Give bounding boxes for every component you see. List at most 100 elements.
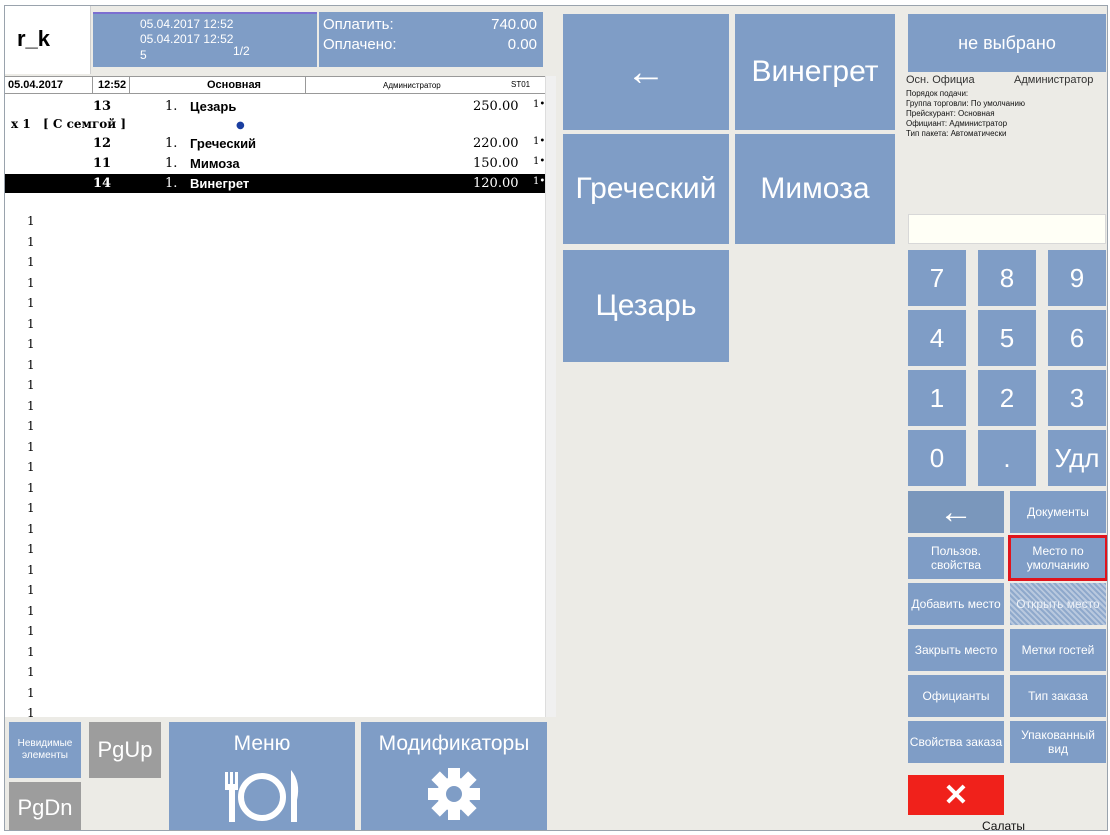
payment-summary: Оплатить: 740.00 Оплачено: 0.00 [319,12,543,67]
tile-grecheskiy[interactable]: Греческий [563,134,729,244]
modifier-dot-icon: ● [236,120,245,131]
prop-line: Группа торговли: По умолчанию [906,99,1025,108]
close-place-button[interactable]: Закрыть место [908,629,1004,671]
order-num: 11 [93,156,112,171]
seat-number: 1 [27,234,35,249]
order-price: 250.00 [473,99,519,114]
props-top-b: Администратор [1014,74,1094,86]
seat-number: 1 [27,378,35,392]
order-name: Мимоза [190,156,240,171]
to-pay-value: 740.00 [491,16,537,33]
order-scrollbar[interactable] [545,76,556,717]
prop-line: Прейскурант: Основная [906,109,995,118]
key-dot[interactable]: . [978,430,1036,486]
modifier-name: [ С семгой ] [43,117,127,131]
order-mark: 1• [533,156,546,167]
seat-number: 1 [27,357,35,372]
pgup-button[interactable]: PgUp [89,722,161,778]
close-icon: ✕ [943,778,969,812]
seat-number: 1 [27,480,35,495]
key-2[interactable]: 2 [978,370,1036,426]
key-7[interactable]: 7 [908,250,966,306]
key-5[interactable]: 5 [978,310,1036,366]
key-1[interactable]: 1 [908,370,966,426]
order-info-panel[interactable]: 05.04.2017 12:52 05.04.2017 12:52 5 1/2 [93,12,317,67]
add-place-button[interactable]: Добавить место [908,583,1004,625]
tile-vinegret[interactable]: Винегрет [735,14,895,130]
order-price: 120.00 [473,176,519,191]
order-name: Греческий [190,136,257,151]
logo: r_k [17,26,51,51]
header-waiter: Администратор [383,81,441,90]
order-list: 13 1. Цезарь 250.00 1• x 1 [ С семгой ] … [5,94,546,741]
seat-number: 1 [27,398,35,413]
back-tile[interactable]: ← [563,14,729,130]
seat-number: 1 [27,419,35,433]
order-pane: r_k 05.04.2017 12:52 05.04.2017 12:52 5 … [5,6,556,830]
divider [92,77,93,93]
invisible-elements-button[interactable]: Невидимые элементы [9,722,81,778]
order-row[interactable]: 12 1. Греческий 220.00 1• [5,134,545,153]
order-price: 150.00 [473,156,519,171]
divider [305,77,306,93]
header-date: 05.04.2017 [8,79,64,91]
tile-tsezar[interactable]: Цезарь [563,250,729,362]
back-button[interactable]: ← [908,491,1004,533]
seat-number: 1 [27,460,35,474]
cancel-button[interactable]: ✕ [908,775,1004,815]
order-qty: 1. [165,156,178,171]
gear-icon [428,768,480,820]
header-station: ST01 [511,80,531,89]
key-4[interactable]: 4 [908,310,966,366]
plate-cutlery-icon [225,770,299,822]
key-6[interactable]: 6 [1048,310,1106,366]
seat-number: 1 [27,214,35,228]
waiters-button[interactable]: Официанты [908,675,1004,717]
open-datetime: 05.04.2017 12:52 [140,17,234,31]
order-mark: 1• [533,136,546,147]
seat-number: 1 [27,501,35,515]
guest-marks-button[interactable]: Метки гостей [1010,629,1106,671]
key-delete[interactable]: Удл [1048,430,1106,486]
logo-area: r_k [5,6,91,74]
order-name: Винегрет [190,176,250,191]
not-selected-button[interactable]: не выбрано [908,14,1106,72]
menu-label: Меню [233,732,291,755]
seat-number: 1 [27,665,35,679]
key-9[interactable]: 9 [1048,250,1106,306]
to-pay-label: Оплатить: [323,16,394,33]
key-0[interactable]: 0 [908,430,966,486]
documents-button[interactable]: Документы [1010,491,1106,533]
modifier-qty: x 1 [11,117,31,131]
pgdn-button[interactable]: PgDn [9,782,81,830]
user-properties-button[interactable]: Пользов. свойства [908,537,1004,579]
seat-number: 1 [27,316,35,331]
order-row-selected[interactable]: 14 1. Винегрет 120.00 1• [5,174,545,193]
order-row[interactable]: 11 1. Мимоза 150.00 1• [5,154,545,173]
menu-button[interactable]: Меню [169,722,355,830]
key-8[interactable]: 8 [978,250,1036,306]
tile-mimoza[interactable]: Мимоза [735,134,895,244]
modifiers-button[interactable]: Модификаторы [361,722,547,830]
seat-number-column: 11111111111111111111111111 [27,214,35,747]
seat-number: 1 [27,439,35,454]
packed-view-button[interactable]: Упакованный вид [1010,721,1106,763]
guest-count: 5 [140,48,147,62]
modifier-row[interactable]: x 1 [ С семгой ] ● [5,116,545,132]
seat-number: 1 [27,337,35,351]
order-qty: 1. [165,99,178,114]
order-properties-button[interactable]: Свойства заказа [908,721,1004,763]
order-row[interactable]: 13 1. Цезарь 250.00 1• x 1 [ С семгой ] … [5,97,546,131]
key-3[interactable]: 3 [1048,370,1106,426]
order-num: 14 [93,176,112,191]
order-price: 220.00 [473,136,519,151]
seat-number: 1 [27,255,35,269]
order-type-button[interactable]: Тип заказа [1010,675,1106,717]
order-mark: 1• [533,99,546,110]
seat-number: 1 [27,603,35,618]
numeric-input[interactable] [908,214,1106,244]
modifiers-label: Модификаторы [378,732,530,755]
default-place-button[interactable]: Место по умолчанию [1008,535,1107,581]
seat-number: 1 [27,644,35,659]
open-place-button[interactable]: Открыть место [1010,583,1106,625]
